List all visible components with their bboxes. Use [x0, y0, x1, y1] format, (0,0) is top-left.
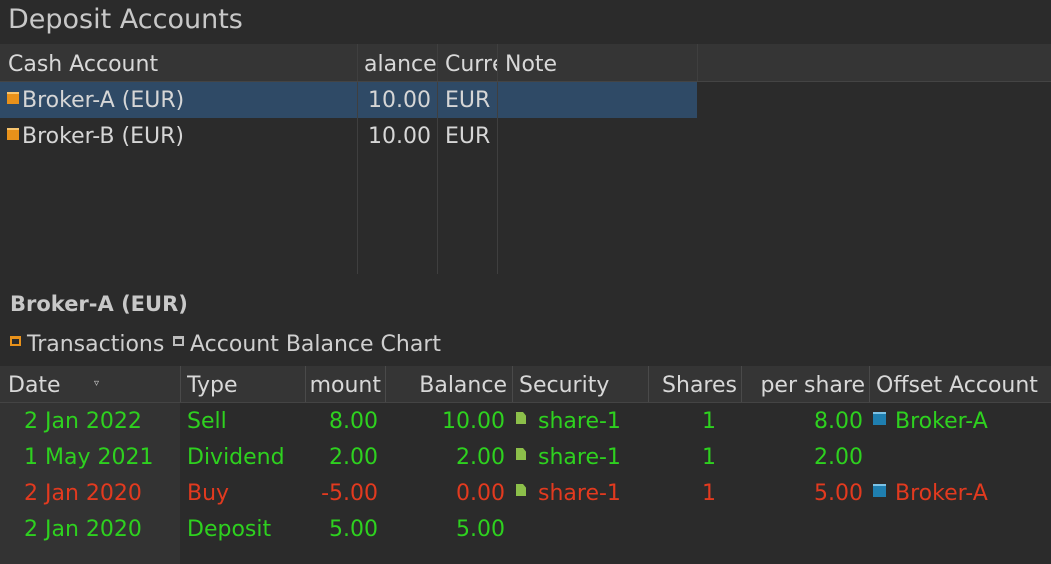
tx-amount: 5.00	[329, 517, 378, 542]
account-name: Broker-A (EUR)	[22, 88, 185, 113]
accounts-table-header: Cash Account alance Currе Note	[0, 44, 1051, 82]
security-icon	[516, 412, 526, 424]
account-name: Broker-B (EUR)	[22, 124, 184, 149]
tx-per-share: 5.00	[814, 481, 863, 506]
tab-transactions[interactable]: Transactions	[10, 332, 164, 357]
account-row[interactable]: Broker-B (EUR) 10.00 EUR	[0, 118, 697, 154]
tx-offset-cell: Broker-A	[873, 403, 988, 439]
account-row[interactable]: Broker-A (EUR) 10.00 EUR	[0, 82, 697, 118]
transactions-table-header: ▿ Date Type mount Balance Security Share…	[0, 366, 1051, 403]
column-header-shares[interactable]: Shares	[649, 366, 737, 402]
transaction-row[interactable]: 1 May 2021 Dividend 2.00 2.00 share-1 1 …	[0, 439, 1051, 475]
column-header-type[interactable]: Type	[187, 366, 304, 402]
column-header-security[interactable]: Security	[519, 366, 647, 402]
transactions-icon	[10, 336, 21, 346]
tx-offset-cell: Broker-A	[873, 475, 988, 511]
tx-type: Sell	[187, 409, 227, 434]
tx-security-cell: share-1	[516, 439, 621, 475]
tx-balance: 5.00	[456, 517, 505, 542]
tx-per-share: 8.00	[814, 409, 863, 434]
cash-account-icon	[7, 92, 19, 104]
tx-per-share: 2.00	[814, 445, 863, 470]
tx-date: 1 May 2021	[24, 445, 154, 470]
chart-icon	[173, 336, 184, 346]
column-header-currency[interactable]: Currе	[445, 44, 497, 81]
tx-type: Buy	[187, 481, 230, 506]
account-icon	[873, 483, 886, 497]
tx-date: 2 Jan 2022	[24, 409, 142, 434]
account-name-cell: Broker-B (EUR)	[7, 118, 184, 154]
accounts-table: Broker-A (EUR) 10.00 EUR Broker-B (EUR) …	[0, 82, 697, 274]
account-currency: EUR	[445, 88, 491, 113]
tx-shares: 1	[702, 409, 716, 434]
column-header-per-share[interactable]: per share	[742, 366, 865, 402]
tx-amount: 8.00	[329, 409, 378, 434]
tx-security: share-1	[538, 481, 621, 506]
tx-date: 2 Jan 2020	[24, 481, 142, 506]
column-header-balance[interactable]: Balance	[386, 366, 507, 402]
tx-offset-account: Broker-A	[895, 481, 988, 506]
tx-shares: 1	[702, 481, 716, 506]
column-header-cash-account[interactable]: Cash Account	[8, 44, 356, 81]
security-icon	[516, 448, 526, 460]
page-title: Deposit Accounts	[8, 4, 243, 35]
tx-type: Dividend	[187, 445, 285, 470]
column-header-date[interactable]: ▿ Date	[8, 366, 178, 402]
tx-balance: 2.00	[456, 445, 505, 470]
column-header-note[interactable]: Note	[505, 44, 695, 81]
tab-account-balance-chart[interactable]: Account Balance Chart	[173, 332, 441, 357]
account-currency: EUR	[445, 124, 491, 149]
tx-date: 2 Jan 2020	[24, 517, 142, 542]
column-header-offset-account[interactable]: Offset Account	[876, 366, 1051, 402]
column-header-balance[interactable]: alance	[364, 44, 436, 81]
sort-descending-icon: ▿	[94, 378, 100, 389]
column-header-amount[interactable]: mount	[306, 366, 381, 402]
transaction-row[interactable]: 2 Jan 2022 Sell 8.00 10.00 share-1 1 8.0…	[0, 403, 1051, 439]
tx-security-cell: share-1	[516, 403, 621, 439]
account-name-cell: Broker-A (EUR)	[7, 82, 184, 118]
accounts-empty-area	[697, 82, 1051, 274]
tx-amount: 2.00	[329, 445, 378, 470]
tx-security: share-1	[538, 409, 621, 434]
tab-label: Transactions	[27, 332, 165, 357]
column-header-date-label: Date	[8, 373, 61, 398]
security-icon	[516, 484, 526, 496]
tx-security-cell: share-1	[516, 475, 621, 511]
account-balance: 10.00	[368, 88, 431, 113]
transaction-row[interactable]: 2 Jan 2020 Buy -5.00 0.00 share-1 1 5.00…	[0, 475, 1051, 511]
tx-shares: 1	[702, 445, 716, 470]
account-icon	[873, 411, 886, 425]
tx-type: Deposit	[187, 517, 272, 542]
cash-account-icon	[7, 128, 19, 140]
selected-account-title: Broker-A (EUR)	[10, 292, 188, 316]
tx-amount: -5.00	[321, 481, 378, 506]
tx-offset-account: Broker-A	[895, 409, 988, 434]
transaction-row[interactable]: 2 Jan 2020 Deposit 5.00 5.00	[0, 511, 1051, 547]
tx-security: share-1	[538, 445, 621, 470]
tx-balance: 10.00	[442, 409, 505, 434]
account-balance: 10.00	[368, 124, 431, 149]
tx-balance: 0.00	[456, 481, 505, 506]
tab-label: Account Balance Chart	[190, 332, 442, 357]
